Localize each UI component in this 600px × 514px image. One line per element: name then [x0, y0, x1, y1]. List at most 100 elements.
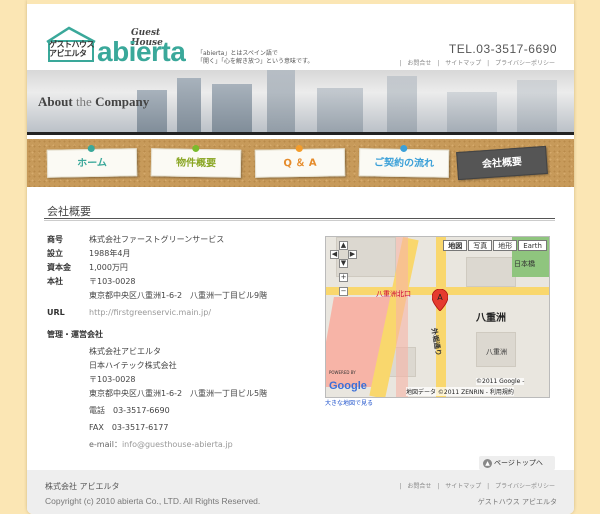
logo-wordmark: abierta — [97, 36, 186, 67]
pin-icon — [87, 144, 95, 153]
page-banner: About the Company — [27, 70, 574, 134]
nav-qa[interactable]: Q ＆ A — [254, 144, 346, 178]
google-logo-text: Google — [329, 380, 367, 392]
nav-company-label: 会社概要 — [481, 156, 523, 171]
info-value: 1988年4月 — [89, 249, 131, 258]
banner-title: About the Company — [38, 94, 150, 109]
pin-icon — [295, 144, 303, 153]
info-key: 資本金 — [47, 263, 71, 272]
map-type-photo[interactable]: 写真 — [468, 240, 493, 251]
map-type-terrain[interactable]: 地形 — [493, 240, 518, 251]
nav-contract-flow[interactable]: ご契約の流れ — [358, 144, 450, 178]
building-graphic — [447, 92, 497, 134]
info-key: 商号 — [47, 235, 63, 244]
email-link[interactable]: info@guesthouse-abierta.jp — [122, 440, 233, 449]
building-graphic — [212, 84, 252, 134]
map-label: 八重洲 — [476, 313, 506, 324]
building-graphic — [517, 80, 557, 134]
hq-address: 東京都中央区八重洲1-6-2 八重洲一丁目ビル9階 — [89, 291, 268, 300]
map-type-earth[interactable]: Earth — [518, 240, 547, 251]
google-logo: Google — [329, 380, 367, 392]
page-container: ゲストハウス アビエルタ Guest House abierta 「abiert… — [27, 0, 574, 514]
info-row: 本社 〒103-0028 東京都中央区八重洲1-6-2 八重洲一丁目ビル9階 — [47, 275, 267, 303]
page-top-label: ページトップへ — [494, 459, 543, 467]
info-row: URL http://firstgreenservic.main.jp/ — [47, 306, 267, 320]
header-phone: TEL.03-3517-6690 — [448, 42, 557, 56]
pan-up-icon[interactable]: ▲ — [339, 241, 348, 250]
site-tagline: 「abierta」とはスペイン語で 「開く」「心を解き放つ」という意味です。 — [197, 50, 313, 66]
map-label: 八重洲 — [486, 348, 507, 356]
utility-link-sitemap[interactable]: サイトマップ — [445, 60, 481, 67]
zoom-out-icon[interactable]: − — [339, 287, 348, 296]
map-label: 八重洲北口 — [376, 290, 411, 298]
nav-property[interactable]: 物件概要 — [150, 144, 242, 178]
info-value: 〒103-0028 — [89, 277, 136, 286]
building-graphic — [387, 76, 417, 134]
map-powered-by: POWERED BY — [329, 370, 356, 375]
footer-links: | お問合せ | サイトマップ | プライバシーポリシー — [399, 483, 555, 490]
utility-link-privacy[interactable]: プライバシーポリシー — [495, 60, 555, 67]
logo-kana-line1: ゲストハウス — [49, 40, 95, 49]
info-value: 1,000万円 — [89, 263, 128, 272]
logo-kana: ゲストハウス アビエルタ — [49, 40, 95, 58]
mgmt-line: 株式会社アビエルタ — [89, 347, 161, 356]
pin-icon — [400, 144, 408, 153]
info-key: 本社 — [47, 277, 63, 286]
nav-home[interactable]: ホーム — [46, 144, 138, 178]
utility-links: | お問合せ | サイトマップ | プライバシーポリシー — [399, 60, 555, 67]
site-header: ゲストハウス アビエルタ Guest House abierta 「abiert… — [27, 0, 574, 70]
title-rule — [44, 218, 555, 219]
nav-qa-label: Q ＆ A — [283, 157, 317, 170]
map-copyright[interactable]: 地図データ ©2011 ZENRIN - 利用規約 — [406, 387, 514, 396]
building-graphic — [177, 78, 201, 134]
nav-property-label: 物件概要 — [175, 157, 217, 170]
map-marker-icon[interactable]: A — [432, 289, 448, 311]
mgmt-fax: FAX 03-3517-6177 — [89, 423, 169, 432]
nav-home-label: ホーム — [77, 157, 107, 170]
logo-kana-line2: アビエルタ — [49, 49, 87, 58]
mgmt-line: 東京都中央区八重洲1-6-2 八重洲一丁目ビル5階 — [89, 389, 268, 398]
site-logo[interactable]: ゲストハウス アビエルタ Guest House abierta — [45, 26, 186, 67]
map-type-map[interactable]: 地図 — [443, 240, 468, 251]
footer-link-sitemap[interactable]: サイトマップ — [445, 483, 481, 490]
larger-map-link[interactable]: 大きな地図で見る — [325, 398, 373, 407]
tagline-line2: 「開く」「心を解き放つ」という意味です。 — [197, 58, 314, 65]
arrow-up-icon: ▲ — [483, 458, 492, 468]
marker-letter: A — [437, 293, 443, 302]
mgmt-phone: 電話 03-3517-6690 — [89, 406, 170, 415]
building-graphic — [317, 88, 363, 134]
zoom-in-icon[interactable]: + — [339, 273, 348, 282]
company-info: 商号 株式会社ファーストグリーンサービス 設立 1988年4月 資本金 1,00… — [47, 233, 267, 452]
map-road — [396, 237, 408, 397]
footer-link-contact[interactable]: お問合せ — [407, 483, 431, 490]
pan-right-icon[interactable]: ▶ — [348, 250, 357, 259]
footer-link-privacy[interactable]: プライバシーポリシー — [495, 483, 555, 490]
mgmt-line: 日本ハイテック株式会社 — [89, 361, 177, 370]
main-nav: ホーム 物件概要 Q ＆ A ご契約の流れ 会社概要 — [27, 139, 574, 187]
page-top-button[interactable]: ▲ ページトップへ — [479, 456, 555, 470]
nav-contract-flow-label: ご契約の流れ — [373, 157, 435, 170]
mgmt-email: e-mail：info@guesthouse-abierta.jp — [89, 438, 267, 452]
footer-company: 株式会社 アビエルタ — [45, 482, 120, 491]
info-value: 株式会社ファーストグリーンサービス — [89, 235, 225, 244]
map-road — [436, 237, 446, 397]
footer-copyright: Copyright (c) 2010 abierta Co., LTD. All… — [45, 496, 261, 506]
pan-down-icon[interactable]: ▼ — [339, 259, 348, 268]
mgmt-line: 〒103-0028 — [89, 375, 136, 384]
info-row: 商号 株式会社ファーストグリーンサービス — [47, 233, 267, 247]
banner-divider — [27, 132, 574, 135]
info-key: 設立 — [47, 249, 63, 258]
nav-company[interactable]: 会社概要 — [456, 145, 548, 181]
pan-left-icon[interactable]: ◀ — [330, 250, 339, 259]
site-footer: 株式会社 アビエルタ Copyright (c) 2010 abierta Co… — [27, 470, 574, 514]
company-url-link[interactable]: http://firstgreenservic.main.jp/ — [89, 306, 267, 320]
info-row: 設立 1988年4月 — [47, 247, 267, 261]
page-title: 会社概要 — [47, 205, 91, 218]
map-label: 日本橋 — [514, 260, 535, 268]
tagline-line1: 「abierta」とはスペイン語で — [197, 50, 278, 57]
pin-icon — [192, 144, 200, 153]
map-copyright-google: ©2011 Google - — [476, 378, 525, 385]
google-map[interactable]: ▲ ◀ ▶ ▼ + − 地図 写真 地形 Earth 八重洲北口 日本橋 八重洲… — [325, 236, 550, 398]
utility-link-contact[interactable]: お問合せ — [407, 60, 431, 67]
email-label: e-mail： — [89, 440, 122, 449]
